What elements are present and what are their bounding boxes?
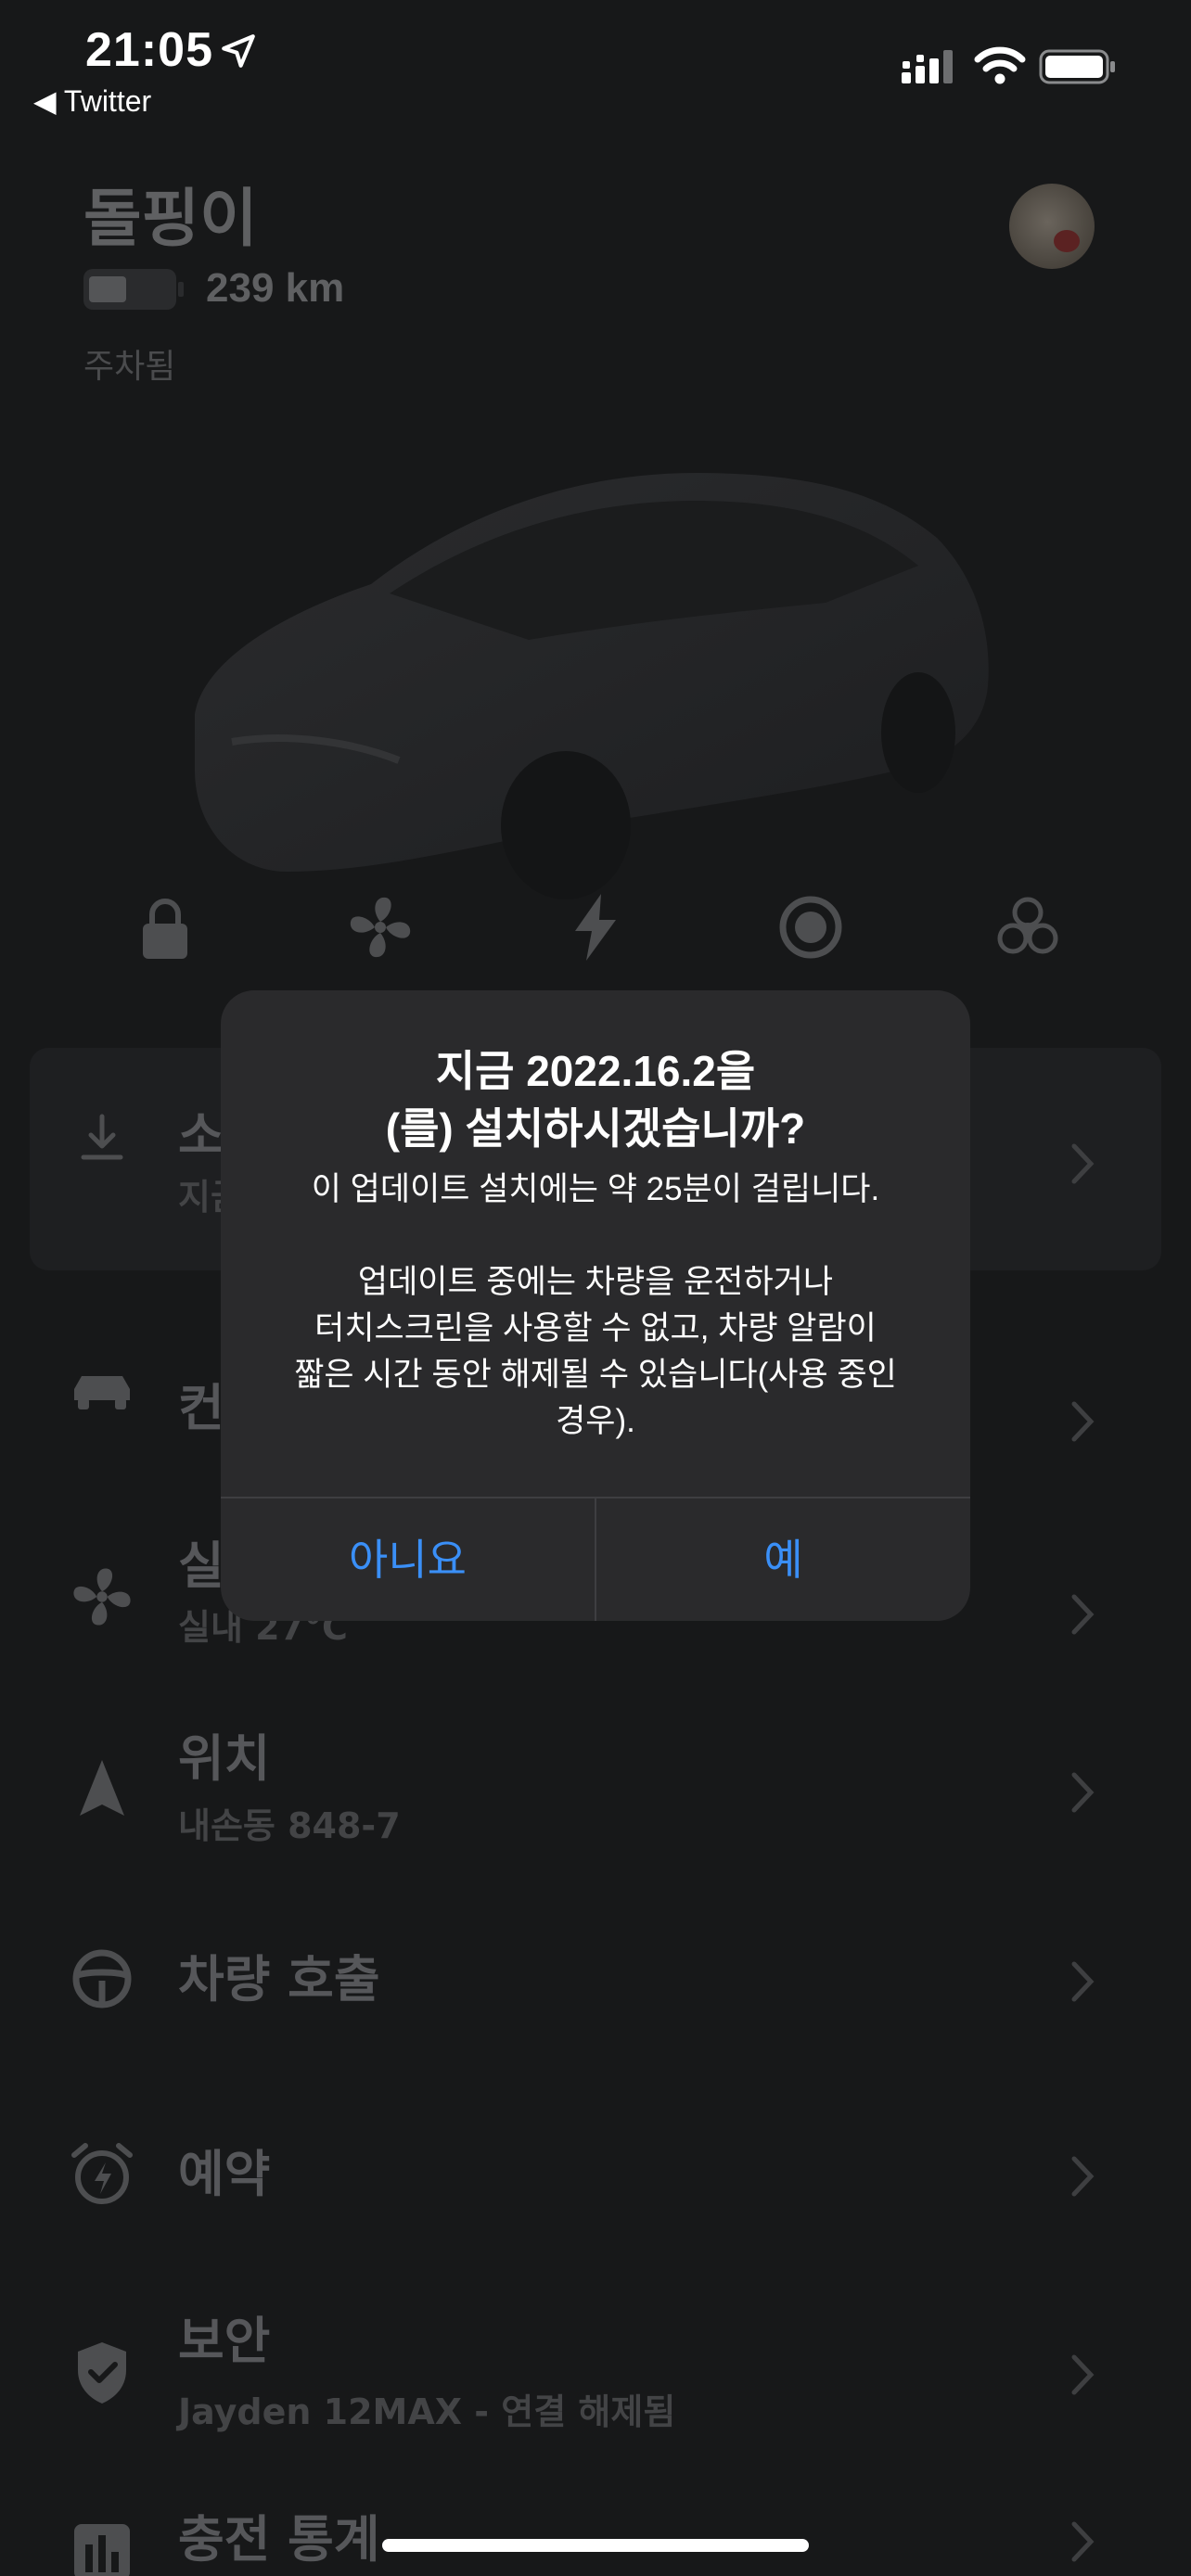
car-icon	[74, 1376, 130, 1409]
yes-button[interactable]: 예	[596, 1498, 970, 1621]
menu-item-location[interactable]: 위치 내손동 848-7	[0, 1717, 1191, 1875]
menu-title: 차량 호출	[178, 1950, 380, 2009]
quick-controls	[0, 890, 1191, 974]
download-icon	[81, 1114, 123, 1160]
no-button[interactable]: 아니요	[221, 1498, 595, 1621]
menu-item-charging-stats[interactable]: 충전 통계	[0, 2494, 1191, 2576]
menu-subtitle: 내손동 848-7	[178, 1805, 401, 1846]
chevron-right-icon	[1071, 1772, 1095, 1813]
back-to-twitter-link[interactable]: ◀ Twitter	[33, 83, 151, 119]
location-arrow-icon	[222, 34, 255, 68]
vehicle-image	[195, 473, 989, 899]
shield-check-icon	[78, 2342, 126, 2404]
menu-title: 보안	[178, 2312, 271, 2370]
menu-title: 컨	[178, 1379, 224, 1437]
menu-title: 위치	[178, 1729, 271, 1788]
chevron-right-icon	[1071, 2156, 1095, 2197]
update-confirm-dialog: 지금 2022.16.2을 (를) 설치하시겠습니까? 이 업데이트 설치에는 …	[221, 990, 970, 1621]
menu-subtitle: Jayden 12MAX - 연결 해제됨	[178, 2391, 676, 2432]
battery-icon	[1039, 49, 1115, 84]
steering-wheel-icon	[72, 1949, 132, 2009]
chevron-right-icon	[1071, 1143, 1095, 1184]
cellular-signal-icon	[902, 50, 953, 83]
vehicle-battery-icon	[83, 269, 184, 310]
vehicle-name: 돌핑이	[83, 183, 258, 256]
dialog-title: 지금 2022.16.2을 (를) 설치하시겠습니까?	[385, 1047, 806, 1153]
chevron-right-icon	[1071, 2354, 1095, 2395]
home-indicator[interactable]	[382, 2539, 809, 2552]
chevron-right-icon	[1071, 1594, 1095, 1635]
menu-title: 실	[178, 1537, 224, 1595]
vehicle-range: 239 km	[206, 265, 345, 311]
chevron-right-icon	[1071, 2521, 1095, 2562]
biohazard-icon[interactable]	[991, 890, 1065, 964]
menu-title: 충전 통계	[178, 2510, 380, 2569]
chevron-right-icon	[1071, 1401, 1095, 1442]
dialog-message: 이 업데이트 설치에는 약 25분이 걸립니다. 업데이트 중에는 차량을 운전…	[294, 1171, 897, 1439]
vehicle-status: 주차됨	[83, 348, 176, 386]
navigation-arrow-icon	[80, 1760, 124, 1816]
fan-icon	[73, 1568, 131, 1626]
menu-title: 예약	[178, 2145, 271, 2203]
chevron-right-icon	[1071, 1961, 1095, 2002]
menu-item-schedule[interactable]: 예약	[0, 2111, 1191, 2268]
menu-item-security[interactable]: 보안 Jayden 12MAX - 연결 해제됨	[0, 2300, 1191, 2457]
bar-chart-icon	[74, 2524, 130, 2576]
menu-item-summon[interactable]: 차량 호출	[0, 1916, 1191, 2073]
bolt-icon[interactable]	[558, 890, 633, 964]
wifi-icon	[974, 46, 1026, 84]
alarm-bolt-icon	[71, 2143, 133, 2204]
fan-icon[interactable]	[343, 890, 417, 964]
lock-icon[interactable]	[128, 890, 202, 964]
status-time: 21:05	[85, 23, 213, 77]
sentry-icon[interactable]	[774, 890, 848, 964]
menu-title: 소	[178, 1106, 224, 1165]
profile-avatar[interactable]	[1009, 184, 1095, 269]
